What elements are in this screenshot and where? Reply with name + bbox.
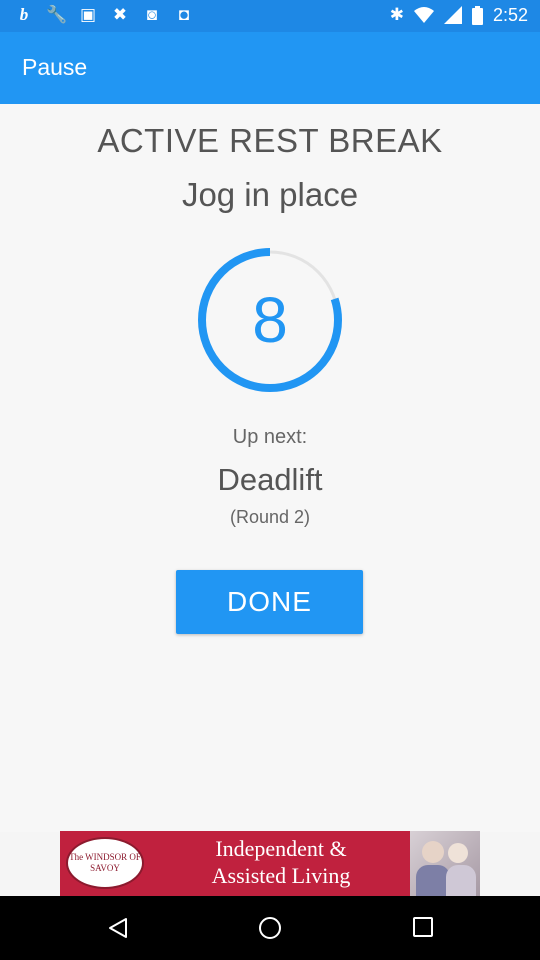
ad-logo: The WINDSOR OF SAVOY: [66, 837, 144, 889]
back-icon[interactable]: [106, 916, 130, 940]
image-icon: ▣: [79, 5, 97, 24]
tools-icon: ✖: [112, 5, 128, 24]
signal-icon: [443, 6, 462, 24]
break-heading: ACTIVE REST BREAK: [97, 122, 443, 159]
ad-text: Independent & Assisted Living: [156, 835, 406, 889]
up-next-label: Up next:: [232, 426, 308, 448]
up-next-round: (Round 2): [229, 507, 311, 527]
page-title: Pause: [22, 54, 88, 80]
rest-break-screen: ACTIVE REST BREAK Jog in place 8 Up next…: [0, 104, 540, 832]
countdown-timer: 8: [192, 242, 348, 398]
wifi-icon: [413, 7, 434, 23]
system-status: ✱ 2:52: [390, 5, 528, 25]
bag-icon: ◙: [146, 5, 158, 24]
done-button[interactable]: DONE: [176, 570, 363, 634]
app-bar: Pause: [0, 32, 540, 104]
robot-icon: ◘: [178, 5, 190, 24]
b-app-icon: b: [19, 5, 29, 24]
ad-banner[interactable]: The WINDSOR OF SAVOY Independent & Assis…: [60, 831, 480, 896]
timer-value: 8: [252, 284, 288, 356]
ad-line-1: Independent &: [215, 836, 347, 861]
up-next-exercise: Deadlift: [217, 462, 323, 497]
ad-line-2: Assisted Living: [211, 863, 351, 888]
notification-icons: b 🔧 ▣ ✖ ◙ ◘: [14, 5, 194, 25]
status-time: 2:52: [492, 5, 528, 25]
recent-apps-icon[interactable]: [412, 916, 434, 938]
home-icon[interactable]: [258, 916, 282, 940]
current-exercise: Jog in place: [181, 176, 359, 213]
wrench-icon: 🔧: [46, 5, 68, 24]
bluetooth-icon: ✱: [389, 5, 404, 24]
battery-icon: [471, 5, 483, 25]
status-bar: b 🔧 ▣ ✖ ◙ ◘ ✱ 2:52: [0, 0, 540, 32]
navigation-bar: [0, 896, 540, 960]
ad-photo: [410, 831, 480, 896]
